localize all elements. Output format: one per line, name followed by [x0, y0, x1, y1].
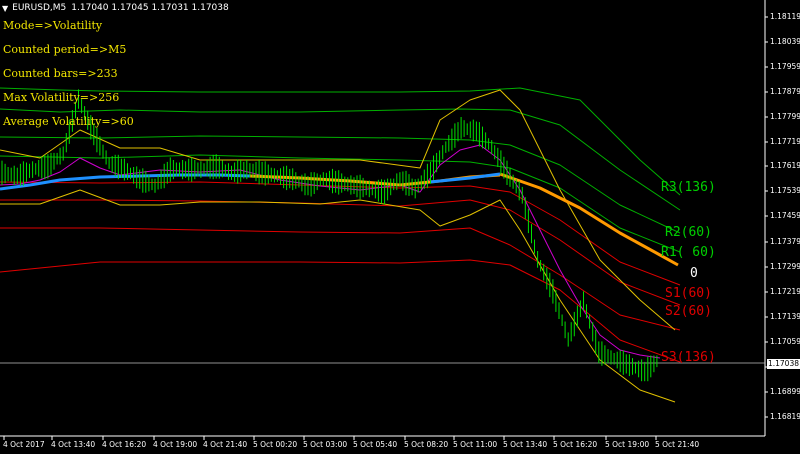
level-r1: R1( 60) [661, 245, 716, 260]
price-tick-label: 1.18039 [770, 37, 800, 46]
price-tick-label: 1.17139 [770, 312, 800, 321]
ma-pivot-blue-2 [429, 172, 501, 184]
band-s2b [0, 227, 681, 331]
level-s1: S1(60) [665, 286, 712, 301]
price-tick-label: 1.17059 [770, 337, 800, 346]
band-r2 [0, 135, 681, 234]
price-tick-label: 1.17299 [770, 262, 800, 271]
time-tick-label: 5 Oct 03:00 [303, 440, 348, 449]
price-tick-label: 1.16899 [770, 387, 800, 396]
price-tick-label: 1.17459 [770, 211, 800, 220]
info-max-volatility: Max Volatility=>256 [3, 91, 120, 104]
time-tick-label: 5 Oct 00:20 [253, 440, 298, 449]
time-tick-label: 5 Oct 16:20 [553, 440, 598, 449]
time-tick-label: 4 Oct 19:00 [153, 440, 198, 449]
time-tick-label: 4 Oct 13:40 [51, 440, 96, 449]
info-mode: Mode=>Volatility [3, 19, 103, 32]
time-tick-label: 5 Oct 08:20 [404, 440, 449, 449]
dropdown-arrow-icon[interactable]: ▼ [2, 4, 8, 13]
time-tick-label: 4 Oct 21:40 [203, 440, 248, 449]
time-tick-label: 4 Oct 2017 [3, 440, 45, 449]
price-tick-label: 1.16819 [770, 412, 800, 421]
level-s2: S2(60) [665, 304, 712, 319]
info-bars: Counted bars=>233 [3, 67, 118, 80]
band-r1 [0, 154, 681, 253]
chart-window[interactable]: ▼ EURUSD,M5 1.17040 1.17045 1.17031 1.17… [0, 0, 800, 454]
symbol-label: EURUSD,M5 [12, 3, 67, 13]
chart-title-bar: ▼ EURUSD,M5 1.17040 1.17045 1.17031 1.17… [2, 1, 229, 15]
time-tick-label: 5 Oct 11:00 [453, 440, 498, 449]
band-s2 [0, 199, 681, 306]
current-price-label: 1.17038 [767, 359, 800, 369]
level-r3: R3(136) [661, 180, 716, 195]
price-tick-label: 1.17539 [770, 186, 800, 195]
price-tick-label: 1.17619 [770, 161, 800, 170]
band-s1 [0, 181, 681, 286]
price-tick-label: 1.17219 [770, 287, 800, 296]
price-tick-label: 1.17379 [770, 237, 800, 246]
price-tick-label: 1.17719 [770, 137, 800, 146]
time-tick-label: 5 Oct 05:40 [353, 440, 398, 449]
level-zero: 0 [690, 266, 698, 281]
level-s3: S3(136) [661, 350, 716, 365]
info-period: Counted period=>M5 [3, 43, 127, 56]
price-tick-label: 1.17959 [770, 62, 800, 71]
envelope-lower [0, 189, 676, 403]
ohlc-label: 1.17040 1.17045 1.17031 1.17038 [71, 3, 229, 13]
price-tick-label: 1.17799 [770, 112, 800, 121]
price-tick-label: 1.18119 [770, 12, 800, 21]
price-tick-label: 1.17879 [770, 87, 800, 96]
time-tick-label: 4 Oct 16:20 [102, 440, 147, 449]
time-tick-label: 5 Oct 21:40 [655, 440, 700, 449]
info-avg-volatility: Average Volatility=>60 [3, 115, 134, 128]
time-tick-label: 5 Oct 13:40 [503, 440, 548, 449]
level-r2: R2(60) [665, 225, 712, 240]
time-tick-label: 5 Oct 19:00 [605, 440, 650, 449]
band-s3 [0, 259, 681, 363]
